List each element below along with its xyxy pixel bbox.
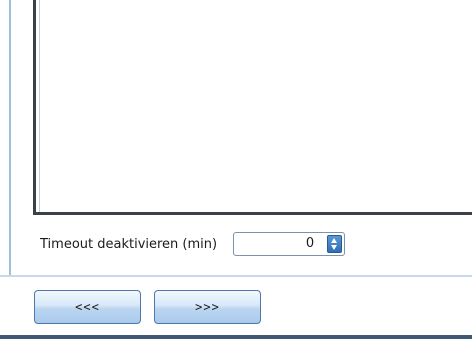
timeout-numeric-input[interactable]: 0 (233, 232, 346, 256)
navigation-panel: <<< >>> (0, 283, 472, 335)
list-box[interactable] (33, 0, 472, 215)
previous-button[interactable]: <<< (34, 290, 141, 324)
next-button[interactable]: >>> (154, 290, 261, 324)
spin-up-icon[interactable] (331, 238, 338, 243)
timeout-value[interactable]: 0 (306, 236, 314, 251)
panel-divider (0, 275, 472, 277)
list-box-shade (39, 0, 40, 212)
panel-border (9, 0, 11, 275)
bottom-bar (0, 335, 472, 339)
spin-down-icon[interactable] (331, 245, 338, 250)
timeout-label: Timeout deaktivieren (min) (40, 236, 218, 252)
spin-button[interactable] (327, 235, 343, 253)
timeout-row: Timeout deaktivieren (min) 0 (40, 229, 346, 259)
dialog-window: Timeout deaktivieren (min) 0 <<< >>> (0, 0, 472, 343)
